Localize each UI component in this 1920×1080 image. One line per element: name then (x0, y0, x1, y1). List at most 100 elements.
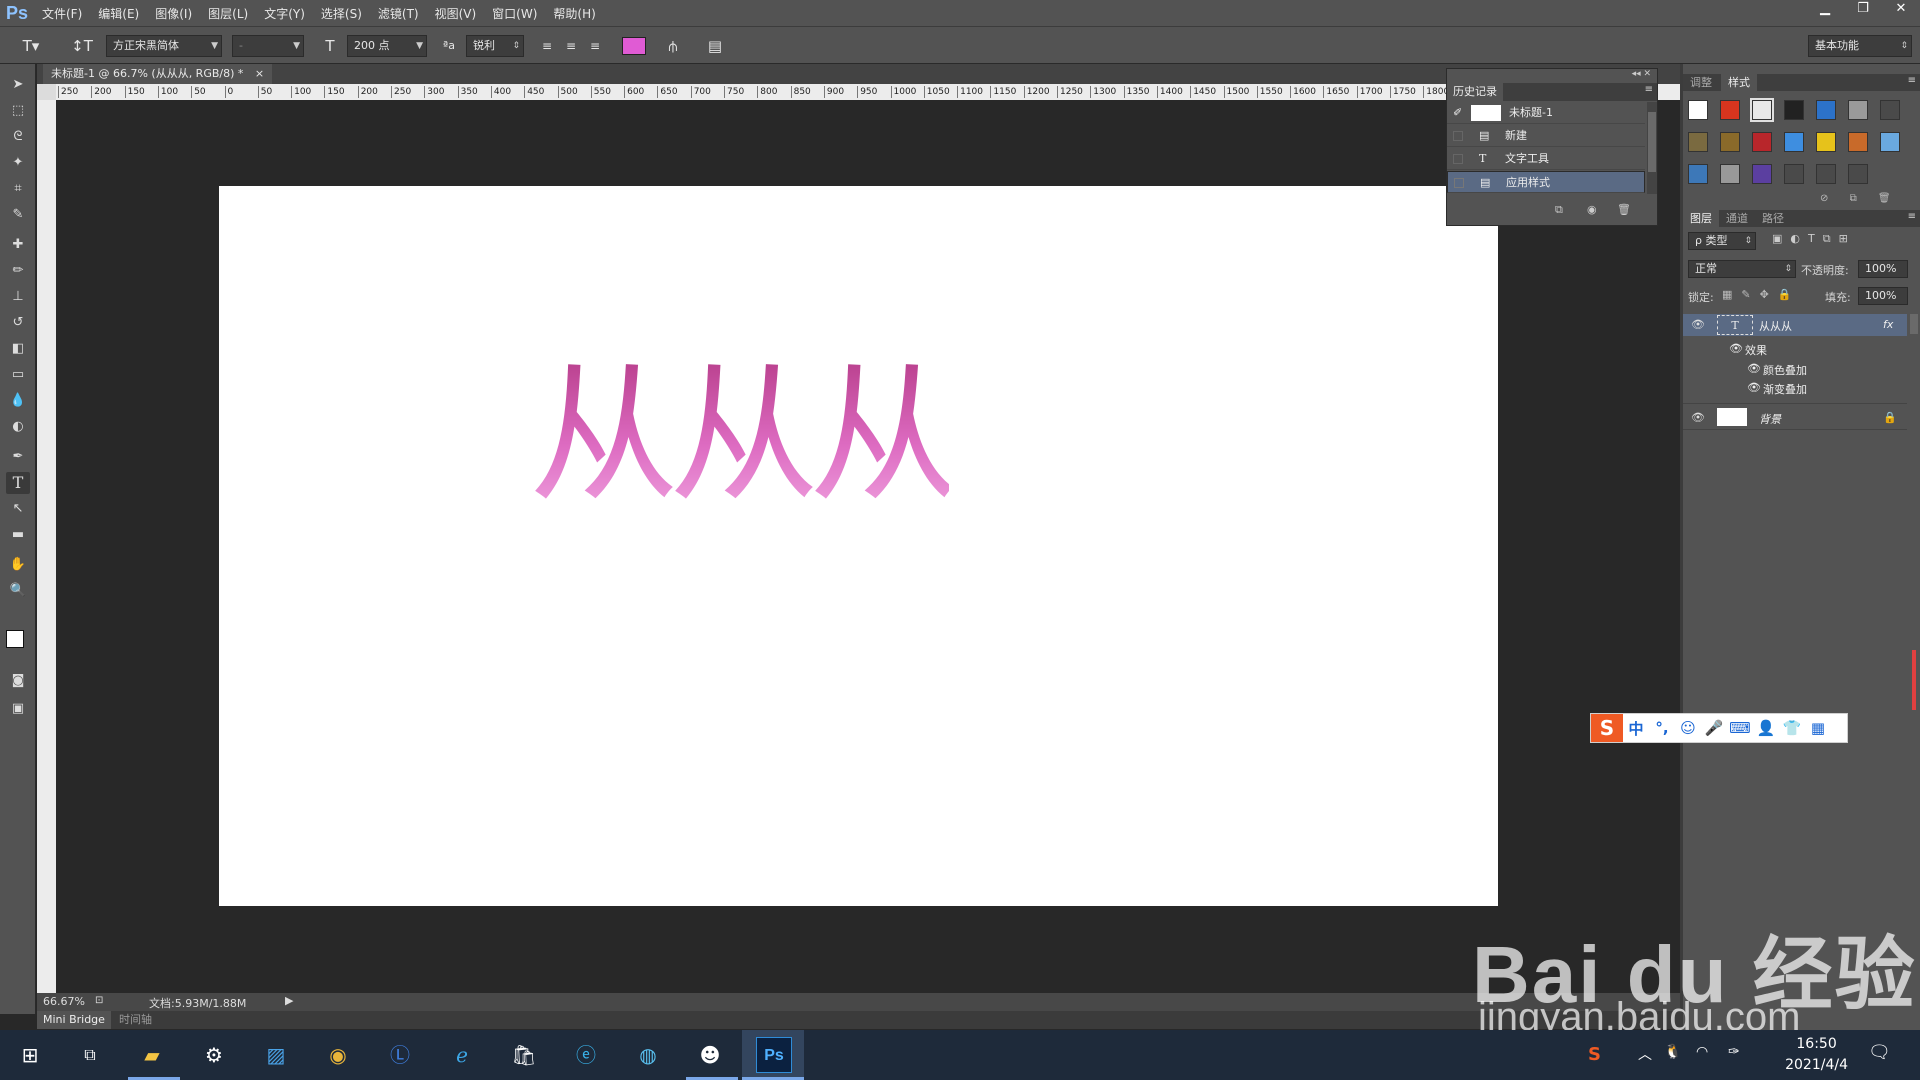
style-swatch[interactable] (1688, 164, 1708, 184)
notification-center-icon[interactable]: 🗨 (1868, 1042, 1891, 1063)
tray-expand-icon[interactable]: ︿ (1638, 1044, 1652, 1064)
history-tab[interactable]: 历史记录 (1447, 83, 1503, 101)
close-button[interactable]: ✕ (1882, 0, 1920, 18)
style-swatch[interactable] (1880, 132, 1900, 152)
sogou-tray-icon[interactable]: S (1588, 1044, 1601, 1065)
wifi-icon[interactable]: ◠ (1696, 1044, 1708, 1060)
internet-explorer-icon[interactable]: ℯ (444, 1037, 480, 1073)
layer-row-background[interactable]: 👁 背景 🔒 (1683, 406, 1907, 430)
foreground-color-swatch[interactable] (6, 630, 24, 648)
trash-icon[interactable]: 🗑 (1878, 193, 1891, 204)
scroll-thumb[interactable] (1648, 112, 1656, 172)
microsoft-store-icon[interactable]: 🛍 (506, 1037, 542, 1073)
history-snapshot-row[interactable]: ✐ 未标题-1 (1447, 102, 1645, 124)
task-view-icon[interactable]: ⧉ (72, 1037, 108, 1073)
camera-icon[interactable]: ◉ (1587, 203, 1597, 216)
style-swatch[interactable] (1784, 100, 1804, 120)
ime-keyboard-icon[interactable]: ⌨ (1727, 719, 1753, 737)
align-left-icon[interactable]: ≡ (536, 35, 558, 57)
layer-row-text[interactable]: 👁 T 从从从 fx 👁 效果 👁 颜色叠加 👁 渐变叠加 (1683, 314, 1907, 404)
panel-collapse-icon[interactable]: ◂◂ ✕ (1632, 69, 1651, 79)
lock-icons[interactable]: ▦✎✥🔒 (1722, 288, 1801, 301)
style-swatch[interactable] (1816, 164, 1836, 184)
ime-emoji-icon[interactable]: ☺ (1675, 719, 1701, 737)
gradient-tool-icon[interactable]: ▭ (6, 364, 30, 386)
panel-menu-icon[interactable]: ≡ (1908, 75, 1916, 86)
status-icon[interactable]: ⊡ (95, 995, 103, 1006)
font-family-select[interactable]: 方正宋黑简体 ▼ (106, 35, 222, 57)
font-style-select[interactable]: - ▼ (232, 35, 304, 57)
ime-user-icon[interactable]: 👤 (1753, 719, 1779, 737)
pen-tray-icon[interactable]: ✑ (1728, 1044, 1740, 1060)
fill-input[interactable]: 100% (1858, 287, 1908, 305)
style-swatch[interactable] (1848, 100, 1868, 120)
chrome-browser-icon[interactable]: ◉ (320, 1037, 356, 1073)
menu-edit[interactable]: 编辑(E) (90, 5, 147, 22)
quick-mask-icon[interactable]: ◙ (6, 670, 30, 692)
ime-punctuation-icon[interactable]: °, (1649, 719, 1675, 737)
style-swatch[interactable] (1752, 164, 1772, 184)
effect-color-overlay[interactable]: 颜色叠加 (1763, 362, 1807, 378)
panel-menu-icon[interactable]: ≡ (1645, 84, 1653, 95)
style-swatch[interactable] (1816, 100, 1836, 120)
ime-voice-icon[interactable]: 🎤 (1701, 719, 1727, 737)
text-color-swatch[interactable] (622, 37, 646, 55)
eye-icon[interactable]: 👁 (1747, 381, 1761, 394)
panel-menu-icon[interactable]: ≡ (1908, 211, 1916, 222)
tab-timeline[interactable]: 时间轴 (113, 1011, 158, 1029)
zoom-tool-icon[interactable]: 🔍 (6, 580, 30, 602)
history-item[interactable]: ▤ 应用样式 (1447, 171, 1645, 193)
menu-help[interactable]: 帮助(H) (545, 5, 603, 22)
l-app-icon[interactable]: Ⓛ (382, 1037, 418, 1073)
menu-type[interactable]: 文字(Y) (256, 5, 313, 22)
style-swatch[interactable] (1688, 132, 1708, 152)
menu-image[interactable]: 图像(I) (147, 5, 200, 22)
style-swatch[interactable] (1784, 164, 1804, 184)
layer-filter-icons[interactable]: ▣◐T⧉⊞ (1772, 232, 1856, 246)
dodge-tool-icon[interactable]: ◐ (6, 416, 30, 438)
history-source-checkbox[interactable] (1453, 154, 1463, 164)
zoom-level[interactable]: 66.67% (43, 995, 85, 1008)
eye-icon[interactable]: 👁 (1691, 318, 1705, 331)
tab-adjustments[interactable]: 调整 (1683, 74, 1719, 91)
font-size-select[interactable]: 200 点 ▼ (347, 35, 427, 57)
align-right-icon[interactable]: ≡ (584, 35, 606, 57)
search-app-icon[interactable]: ◍ (630, 1037, 666, 1073)
tab-paths[interactable]: 路径 (1755, 210, 1791, 227)
layer-name[interactable]: 背景 (1759, 411, 1781, 427)
menu-window[interactable]: 窗口(W) (484, 5, 545, 22)
new-document-from-state-icon[interactable]: ⧉ (1555, 203, 1563, 217)
blend-mode-select[interactable]: 正常 ⇕ (1688, 260, 1796, 278)
history-item[interactable]: T 文字工具 (1447, 148, 1645, 170)
style-swatch[interactable] (1720, 100, 1740, 120)
history-item[interactable]: ▤ 新建 (1447, 125, 1645, 147)
new-style-icon[interactable]: ⧉ (1850, 193, 1857, 204)
document-tab[interactable]: 未标题-1 @ 66.7% (从从从, RGB/8) * × (43, 64, 273, 84)
style-swatch[interactable] (1816, 132, 1836, 152)
hand-tool-icon[interactable]: ✋ (6, 554, 30, 576)
canvas-text-layer[interactable]: 从从从 (529, 346, 959, 526)
horizontal-ruler[interactable]: 250 200 150 100 50 0 50 100 150 200 250 300 350 400 45… (56, 84, 1680, 100)
trash-icon[interactable]: 🗑 (1617, 203, 1631, 216)
style-swatch[interactable] (1784, 132, 1804, 152)
eyedropper-icon[interactable]: ✎ (6, 204, 30, 226)
menu-select[interactable]: 选择(S) (313, 5, 370, 22)
qq-tray-icon[interactable]: 🐧 (1664, 1044, 1681, 1060)
photoshop-taskbar-icon[interactable]: Ps (756, 1037, 792, 1073)
type-tool-icon[interactable]: T (6, 472, 30, 494)
edge-browser-icon[interactable]: ⓔ (568, 1037, 604, 1073)
system-clock[interactable]: 16:50 2021/4/4 (1785, 1034, 1848, 1076)
anti-alias-select[interactable]: 锐利 ⇕ (466, 35, 524, 57)
style-swatch[interactable] (1880, 100, 1900, 120)
vertical-ruler[interactable] (37, 100, 56, 1000)
clear-style-icon[interactable]: ⊘ (1820, 193, 1828, 204)
brush-tool-icon[interactable]: ✏ (6, 260, 30, 282)
status-menu-arrow-icon[interactable]: ▶ (285, 994, 293, 1007)
magic-wand-icon[interactable]: ✦ (6, 152, 30, 174)
move-tool-icon[interactable]: ➤ (6, 74, 30, 96)
crop-tool-icon[interactable]: ⌗ (6, 178, 30, 200)
layer-filter-select[interactable]: ρ 类型 ⇕ (1688, 232, 1756, 250)
style-swatch[interactable] (1720, 164, 1740, 184)
history-brush-source-icon[interactable]: ✐ (1453, 102, 1462, 124)
path-selection-icon[interactable]: ↖ (6, 498, 30, 520)
